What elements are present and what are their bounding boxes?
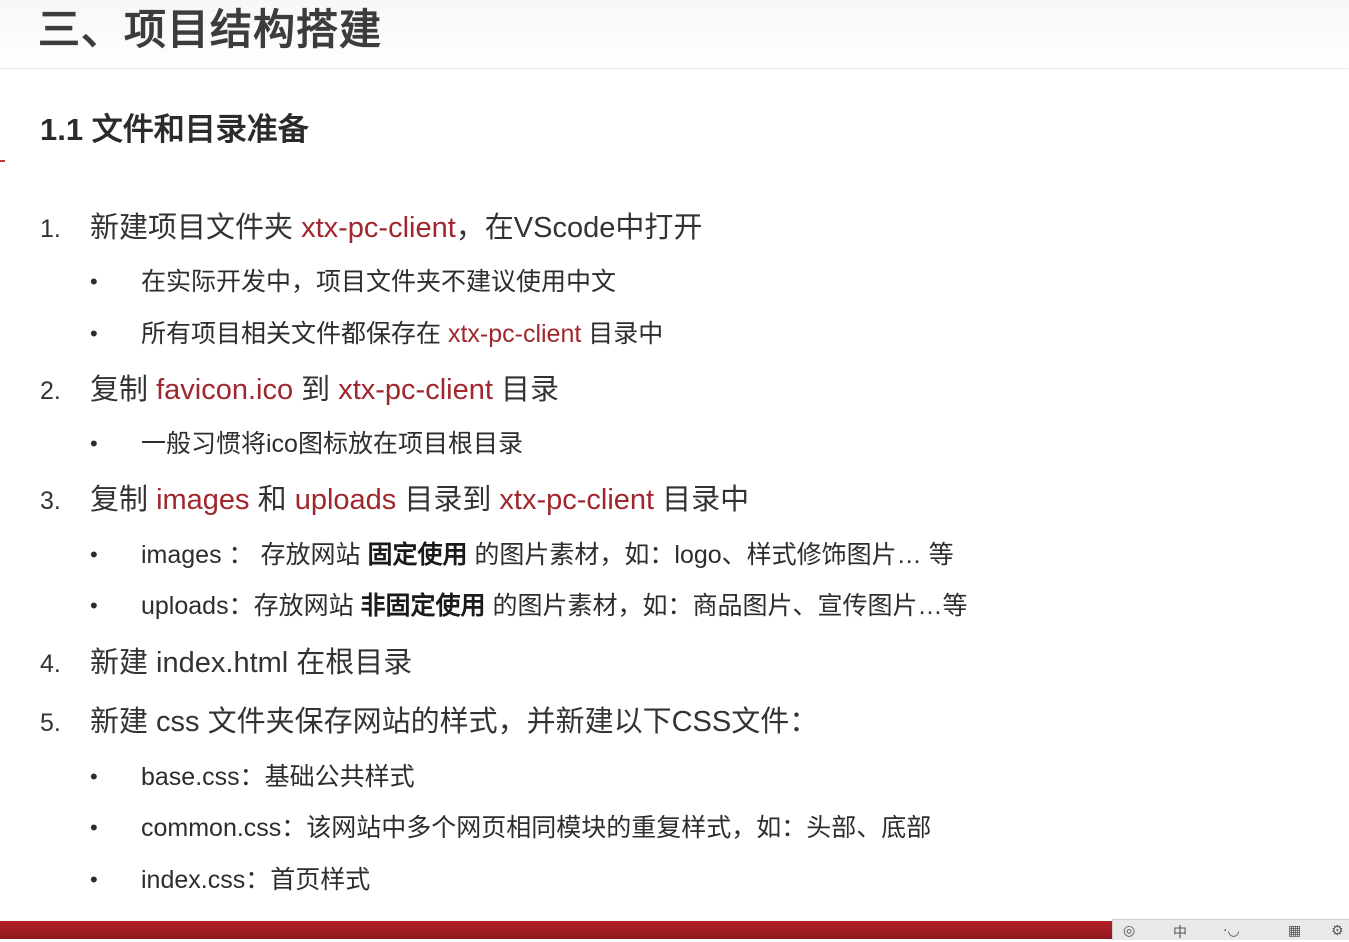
input-method-toolbar[interactable]: ◎ 中 ⋅◡ ▦ ⚙ [1112, 919, 1349, 940]
keyboard-icon[interactable]: ▦ [1288, 922, 1301, 939]
bullet-icon: • [90, 431, 98, 456]
list-number: 5. [40, 709, 61, 737]
bullet-icon: • [90, 815, 98, 840]
list-item-text: 新建 index.html 在根目录 [90, 647, 413, 679]
list-item-text: 新建 css 文件夹保存网站的样式，并新建以下CSS文件： [90, 706, 819, 738]
bullet-icon: • [90, 269, 98, 294]
chinese-input-icon[interactable]: 中 [1173, 922, 1187, 942]
bullet-icon: • [90, 867, 98, 892]
section-title: 1.1 文件和目录准备 [40, 112, 309, 147]
bullet-icon: • [90, 542, 98, 567]
player-logo-icon[interactable]: ◎ [1123, 922, 1135, 939]
slide-title: 三、项目结构搭建 [38, 6, 383, 53]
list-number: 1. [40, 215, 61, 243]
bullet-icon: • [90, 321, 98, 346]
bullet-icon: • [90, 764, 98, 789]
settings-icon[interactable]: ⚙ [1331, 922, 1344, 939]
punctuation-icon[interactable]: ⋅◡ [1223, 922, 1240, 939]
list-item-text: 复制 images 和 uploads 目录到 xtx-pc-client 目录… [90, 484, 750, 516]
red-edge-mark [0, 160, 5, 162]
bullet-icon: • [90, 593, 98, 618]
list-number: 3. [40, 487, 61, 515]
slide-header: 三、项目结构搭建 [0, 0, 1349, 69]
list-number: 2. [40, 377, 61, 405]
list-item-text: 复制 favicon.ico 到 xtx-pc-client 目录 [90, 374, 559, 406]
list-number: 4. [40, 650, 61, 678]
list-item-text: 新建项目文件夹 xtx-pc-client，在VScode中打开 [90, 212, 703, 244]
